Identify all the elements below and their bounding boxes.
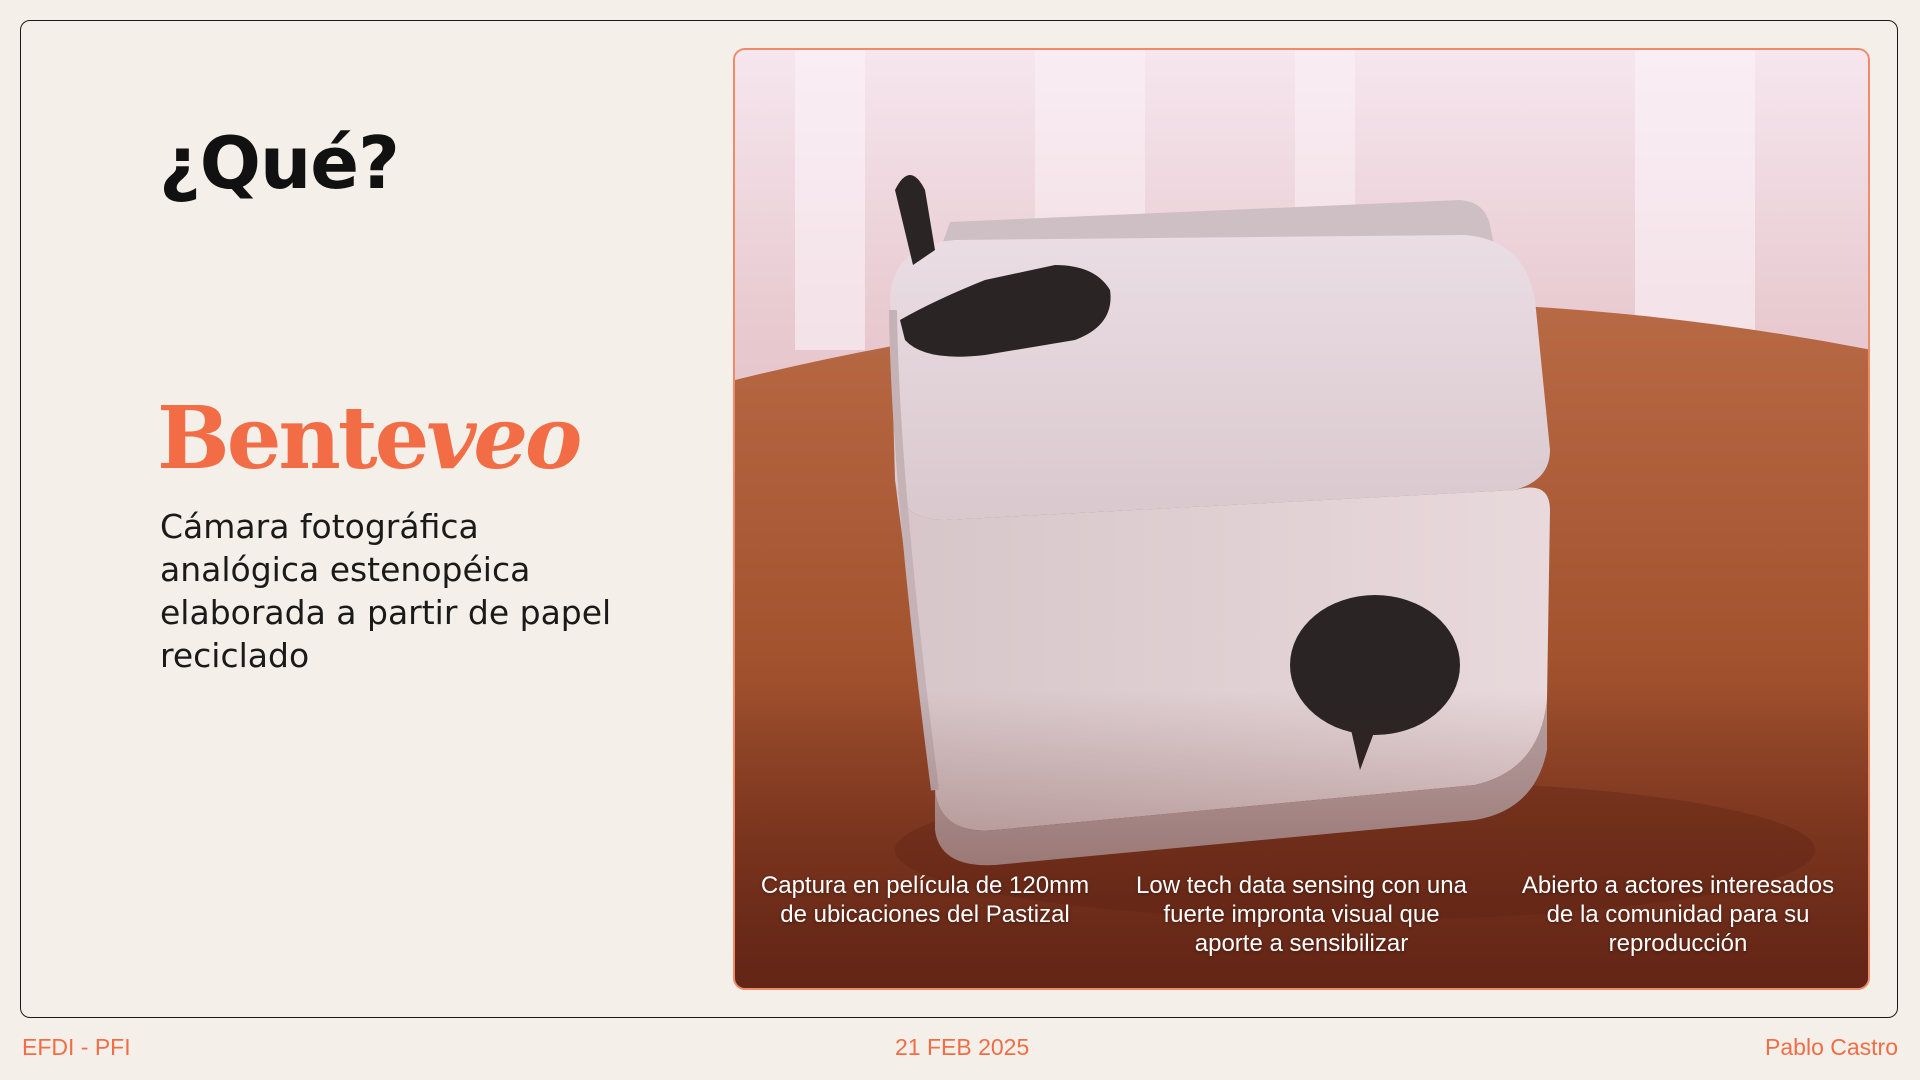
caption-data-sensing: Low tech data sensing con una fuerte imp… [1136,872,1467,957]
camera-top [890,235,1550,520]
brand-name-regular: Bente [157,388,429,489]
product-description: Cámara fotográfica analógica estenopéica… [160,507,612,675]
footer-author: Pablo Castro [1765,1034,1898,1060]
slide-heading: ¿Qué? [159,121,400,205]
caption-open-community: Abierto a actores interesados de la comu… [1521,872,1835,957]
brand-name-italic: veo [426,388,582,489]
footer-course: EFDI - PFI [22,1034,131,1060]
caption-film-capture: Captura en película de 120mm de ubicacio… [760,872,1090,928]
camera-photo: Captura en película de 120mm de ubicacio… [733,48,1870,990]
brand-name: Benteveo [157,396,582,482]
photo-captions: Captura en película de 120mm de ubicacio… [735,871,1868,958]
footer-date: 21 FEB 2025 [895,1034,1030,1060]
camera-illustration [735,50,1868,988]
